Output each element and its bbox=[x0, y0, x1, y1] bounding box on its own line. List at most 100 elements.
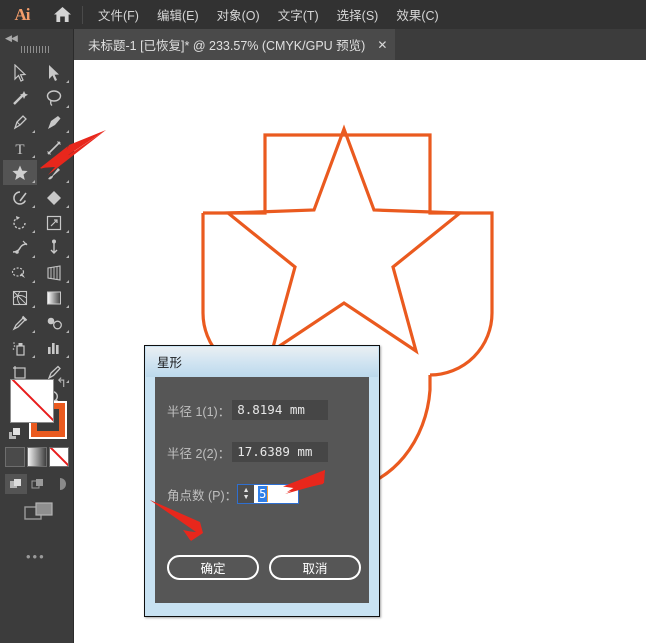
spinner-up-icon[interactable]: ▲ bbox=[243, 487, 250, 494]
menu-item-effect[interactable]: 效果(C) bbox=[387, 0, 447, 29]
tool-shape-builder[interactable] bbox=[3, 260, 37, 285]
tool-flyout-corner bbox=[66, 255, 69, 258]
tool-blend[interactable] bbox=[37, 310, 71, 335]
tool-list: T bbox=[3, 60, 71, 410]
tool-type[interactable]: T bbox=[3, 135, 37, 160]
tool-rotate[interactable] bbox=[3, 210, 37, 235]
tool-flyout-corner bbox=[66, 280, 69, 283]
tool-flyout-corner bbox=[32, 155, 35, 158]
tool-flyout-corner bbox=[66, 105, 69, 108]
menu-item-type[interactable]: 文字(T) bbox=[269, 0, 328, 29]
tool-flyout-corner bbox=[66, 330, 69, 333]
tool-selection[interactable] bbox=[3, 60, 37, 85]
dialog-buttons: 确定 取消 bbox=[167, 555, 361, 580]
tool-curvature[interactable] bbox=[37, 110, 71, 135]
radius-1-label: 半径 1(1)： bbox=[167, 401, 230, 420]
panel-drag-grip[interactable] bbox=[21, 46, 51, 53]
radius-1-input[interactable]: 8.8194 mm bbox=[232, 400, 328, 420]
none-slash-icon bbox=[11, 379, 54, 423]
color-swatch-button[interactable] bbox=[5, 447, 25, 467]
app-logo: Ai bbox=[0, 0, 44, 29]
spinner-down-icon[interactable]: ▼ bbox=[243, 494, 250, 501]
tool-free-transform[interactable] bbox=[37, 235, 71, 260]
tool-shaper[interactable] bbox=[3, 185, 37, 210]
tool-flyout-corner bbox=[66, 155, 69, 158]
draw-mode-buttons bbox=[5, 474, 71, 494]
tool-flyout-corner bbox=[32, 330, 35, 333]
home-icon[interactable] bbox=[44, 0, 80, 29]
tools-panel: ◀◀ bbox=[0, 29, 74, 643]
tool-gradient[interactable] bbox=[37, 285, 71, 310]
tool-flyout-corner bbox=[32, 255, 35, 258]
gradient-swatch-button[interactable] bbox=[27, 447, 47, 467]
points-stepper[interactable]: ▲ ▼ 5 bbox=[237, 484, 299, 504]
radius-2-label: 半径 2(2)： bbox=[167, 443, 230, 462]
radius-2-input[interactable]: 17.6389 mm bbox=[232, 442, 328, 462]
tool-flyout-corner bbox=[66, 230, 69, 233]
svg-text:T: T bbox=[15, 142, 24, 157]
tool-flyout-corner bbox=[32, 205, 35, 208]
cancel-button[interactable]: 取消 bbox=[269, 555, 361, 580]
tool-star[interactable] bbox=[3, 160, 37, 185]
tool-flyout-corner bbox=[66, 180, 69, 183]
ok-button[interactable]: 确定 bbox=[167, 555, 259, 580]
tool-eyedropper[interactable] bbox=[3, 310, 37, 335]
tool-flyout-corner bbox=[32, 355, 35, 358]
tool-flyout-corner bbox=[66, 80, 69, 83]
radius-2-row: 半径 2(2)： 17.6389 mm bbox=[167, 442, 328, 462]
tool-flyout-corner bbox=[66, 130, 69, 133]
tool-flyout-corner bbox=[32, 130, 35, 133]
more-tools-icon[interactable]: ••• bbox=[26, 549, 46, 564]
swap-fill-stroke-icon[interactable]: ↰ bbox=[56, 375, 67, 391]
tool-scale[interactable] bbox=[37, 210, 71, 235]
tool-flyout-corner bbox=[32, 230, 35, 233]
spinner-buttons[interactable]: ▲ ▼ bbox=[238, 485, 254, 503]
tool-line-segment[interactable] bbox=[37, 135, 71, 160]
menu-item-select[interactable]: 选择(S) bbox=[328, 0, 388, 29]
fill-color-swatch[interactable] bbox=[10, 379, 54, 423]
draw-behind-icon[interactable] bbox=[27, 474, 49, 494]
tool-paintbrush[interactable] bbox=[37, 160, 71, 185]
dialog-title: 星形 bbox=[157, 352, 182, 371]
draw-normal-icon[interactable] bbox=[5, 474, 27, 494]
none-swatch-button[interactable] bbox=[49, 447, 69, 467]
radius-1-row: 半径 1(1)： 8.8194 mm bbox=[167, 400, 328, 420]
tool-flyout-corner bbox=[32, 280, 35, 283]
points-input[interactable]: 5 bbox=[258, 486, 268, 502]
menu-item-file[interactable]: 文件(F) bbox=[89, 0, 148, 29]
menu-divider bbox=[82, 6, 83, 24]
screen-mode-icon[interactable] bbox=[24, 501, 54, 528]
tool-flyout-corner bbox=[32, 180, 35, 183]
tool-flyout-corner bbox=[66, 355, 69, 358]
menu-item-object[interactable]: 对象(O) bbox=[208, 0, 269, 29]
document-tab-bar: 未标题-1 [已恢复]* @ 233.57% (CMYK/GPU 预览) ✕ bbox=[0, 29, 646, 60]
menu-item-edit[interactable]: 编辑(E) bbox=[148, 0, 208, 29]
document-tab[interactable]: 未标题-1 [已恢复]* @ 233.57% (CMYK/GPU 预览) ✕ bbox=[74, 29, 395, 60]
tools-panel-header: ◀◀ bbox=[0, 29, 73, 49]
points-label: 角点数 (P)： bbox=[167, 485, 237, 504]
tool-pen[interactable] bbox=[3, 110, 37, 135]
default-fill-stroke-icon[interactable] bbox=[8, 427, 23, 447]
tool-width[interactable] bbox=[3, 235, 37, 260]
menu-bar: Ai 文件(F) 编辑(E) 对象(O) 文字(T) 选择(S) 效果(C) bbox=[0, 0, 646, 29]
close-icon[interactable]: ✕ bbox=[377, 39, 387, 51]
tool-eraser[interactable] bbox=[37, 185, 71, 210]
illustrator-window: Ai 文件(F) 编辑(E) 对象(O) 文字(T) 选择(S) 效果(C) 未… bbox=[0, 0, 646, 643]
tool-flyout-corner bbox=[66, 205, 69, 208]
tool-perspective-grid[interactable] bbox=[37, 260, 71, 285]
color-mode-buttons bbox=[5, 447, 69, 467]
document-tab-title: 未标题-1 [已恢复]* @ 233.57% (CMYK/GPU 预览) bbox=[88, 35, 365, 54]
tool-lasso[interactable] bbox=[37, 85, 71, 110]
tool-direct-selection[interactable] bbox=[37, 60, 71, 85]
tool-symbol-sprayer[interactable] bbox=[3, 335, 37, 360]
points-row: 角点数 (P)： ▲ ▼ 5 bbox=[167, 484, 299, 504]
tool-magic-wand[interactable] bbox=[3, 85, 37, 110]
draw-inside-icon[interactable] bbox=[49, 474, 71, 494]
tool-mesh[interactable] bbox=[3, 285, 37, 310]
tool-flyout-corner bbox=[32, 305, 35, 308]
star-dialog: 星形 半径 1(1)： 8.8194 mm 半径 2(2)： 17.6389 m… bbox=[144, 345, 380, 617]
tool-flyout-corner bbox=[66, 305, 69, 308]
dialog-body: 半径 1(1)： 8.8194 mm 半径 2(2)： 17.6389 mm 角… bbox=[155, 377, 369, 603]
collapse-panel-icon[interactable]: ◀◀ bbox=[5, 33, 17, 44]
tool-column-graph[interactable] bbox=[37, 335, 71, 360]
